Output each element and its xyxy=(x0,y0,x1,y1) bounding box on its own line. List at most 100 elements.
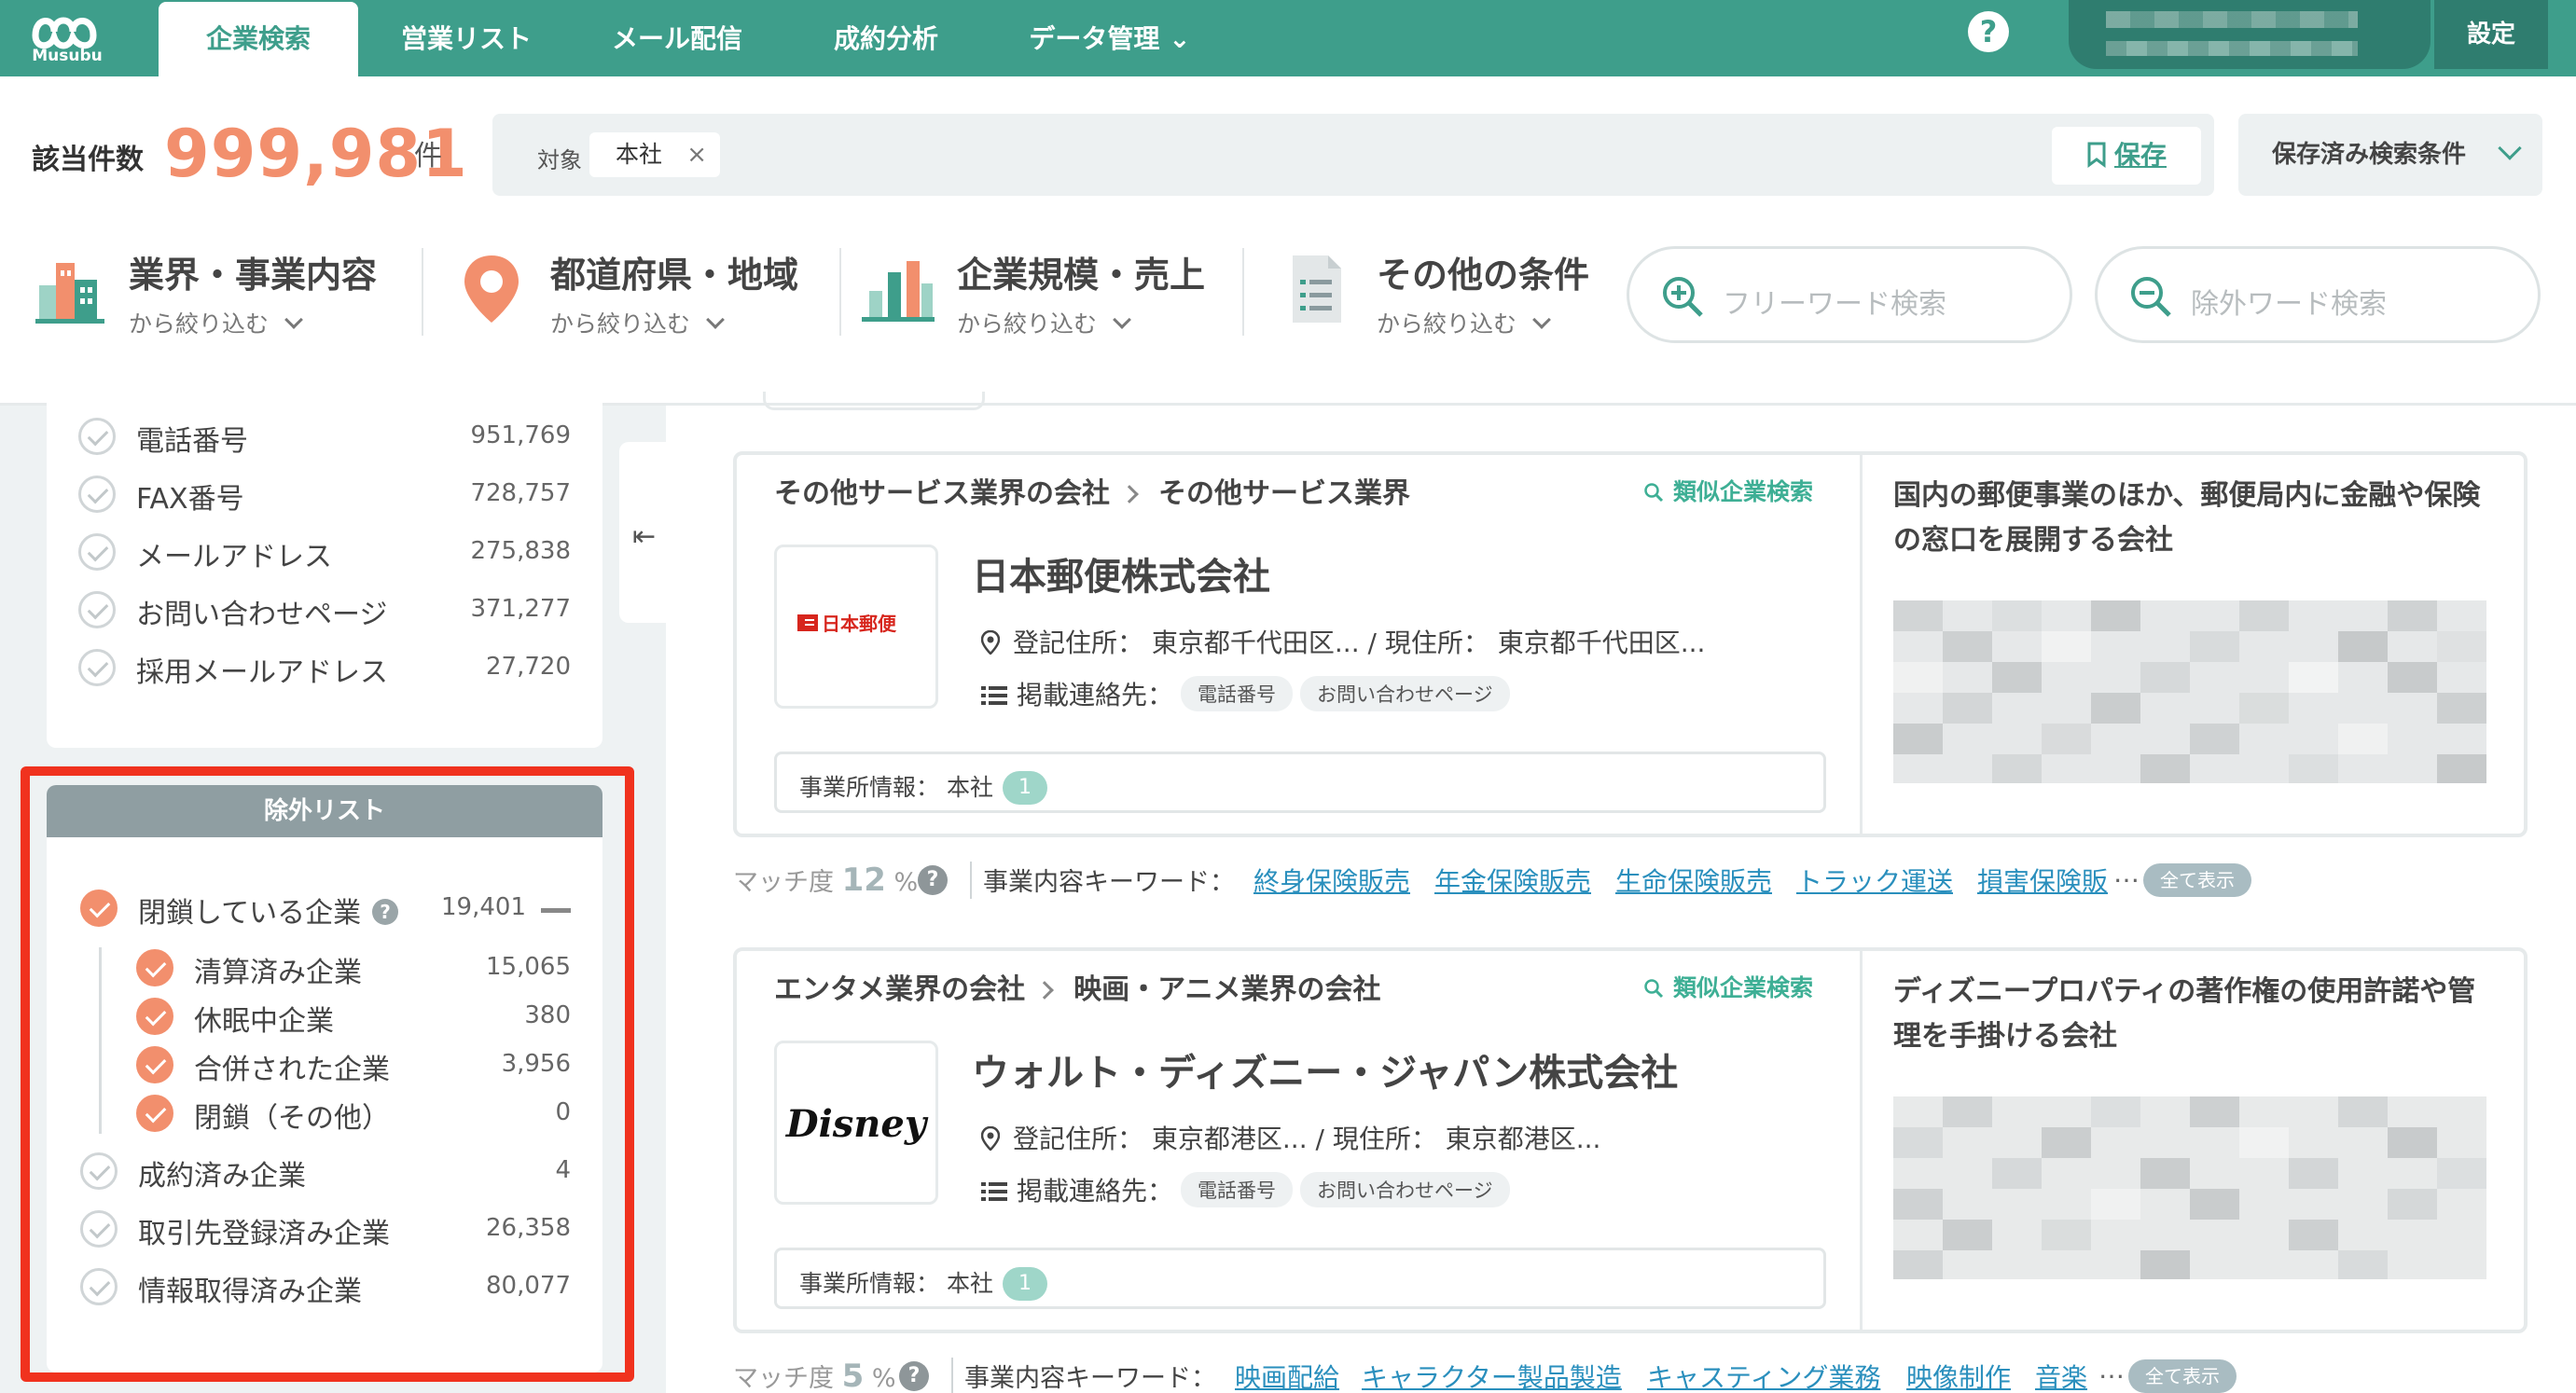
show-all-keywords-button[interactable]: 全て表示 xyxy=(2143,863,2251,897)
collapse-left-icon: ⇤ xyxy=(632,520,657,553)
blurred-image-mosaic xyxy=(1893,1096,2486,1279)
search-plus-icon xyxy=(1663,277,1703,317)
freeword-search-input[interactable]: フリーワード検索 xyxy=(1627,246,2072,343)
chevron-right-icon xyxy=(1120,485,1139,503)
keyword-link[interactable]: 年金保険販売 xyxy=(1434,862,1591,899)
filter-industry[interactable]: 業界・事業内容 から絞り込む xyxy=(32,246,405,339)
office-info-box[interactable]: 事業所情報： 本社 1 xyxy=(774,752,1826,813)
help-icon[interactable]: ? xyxy=(918,865,948,895)
contact-filter-row[interactable]: 採用メールアドレス 27,720 xyxy=(78,647,571,689)
keyword-link[interactable]: 生命保険販売 xyxy=(1615,862,1772,899)
keyword-label: 事業内容キーワード： xyxy=(983,868,1235,897)
company-card[interactable]: エンタメ業界の会社 映画・アニメ業界の会社 類似企業検索 Disney ウォルト・… xyxy=(733,947,2528,1333)
active-conditions-bar: 対象 本社 × 保存 xyxy=(492,114,2214,196)
filter-title: その他の条件 xyxy=(1377,255,1590,296)
blurred-account-name xyxy=(2106,11,2358,28)
save-button[interactable]: 保存 xyxy=(2052,127,2201,185)
account-menu[interactable] xyxy=(2069,0,2431,69)
chevron-down-icon xyxy=(1532,310,1551,329)
blurred-image-mosaic xyxy=(1893,600,2486,783)
saved-conditions-label: 保存済み検索条件 xyxy=(2272,141,2467,169)
target-label: 対象 xyxy=(537,147,582,173)
filter-title: 企業規模・売上 xyxy=(957,255,1206,296)
previous-card-edge xyxy=(763,392,985,410)
save-label: 保存 xyxy=(2113,140,2167,171)
result-count-unit: 件 xyxy=(414,140,442,172)
settings-button[interactable]: 設定 xyxy=(2434,0,2548,69)
search-icon xyxy=(1644,979,1664,999)
keyword-link[interactable]: キャラクター製品製造 xyxy=(1362,1358,1622,1393)
chevron-down-icon xyxy=(706,310,725,329)
checkbox-icon[interactable] xyxy=(78,476,116,513)
list-icon xyxy=(981,1182,1007,1201)
result-count-label: 該当件数 xyxy=(32,144,144,176)
search-icon xyxy=(1644,483,1664,503)
exclude-word-placeholder: 除外ワード検索 xyxy=(2191,288,2387,321)
contact-filter-row[interactable]: FAX番号 728,757 xyxy=(78,474,571,516)
more-ellipsis: … xyxy=(2113,858,2140,889)
match-score: マッチ度 12 % xyxy=(733,862,919,899)
exclude-word-search-input[interactable]: 除外ワード検索 xyxy=(2095,246,2541,343)
industry-breadcrumb: その他サービス業界の会社 その他サービス業界 xyxy=(774,477,1410,510)
company-address: 登記住所： 東京都港区... / 現住所： 東京都港区... xyxy=(980,1119,1600,1156)
condition-chip-label: 本社 xyxy=(616,141,663,168)
tab-company-search[interactable]: 企業検索 xyxy=(159,2,358,76)
checkbox-icon[interactable] xyxy=(78,533,116,571)
contact-filter-row[interactable]: 電話番号 951,769 xyxy=(78,416,571,458)
filter-scale[interactable]: 企業規模・売上 から絞り込む xyxy=(860,246,1252,339)
company-description: 国内の郵便事業のほか、郵便局内に金融や保険の窓口を展開する会社 xyxy=(1893,479,2481,557)
tab-sales-list[interactable]: 営業リスト xyxy=(373,0,560,76)
contact-filter-row[interactable]: お問い合わせページ 371,277 xyxy=(78,589,571,631)
tab-data-management[interactable]: データ管理 ⌄ xyxy=(998,0,1222,76)
similar-company-search-link[interactable]: 類似企業検索 xyxy=(1643,970,1813,1003)
keyword-link[interactable]: トラック運送 xyxy=(1796,862,1953,899)
bookmark-icon xyxy=(2087,142,2106,168)
contact-filter-row[interactable]: メールアドレス 275,838 xyxy=(78,531,571,573)
company-logo: 日本郵便 xyxy=(774,545,938,709)
logo-text: Musubu xyxy=(32,47,103,65)
office-info-box[interactable]: 事業所情報： 本社 1 xyxy=(774,1248,1826,1309)
company-name[interactable]: ウォルト・ディズニー・ジャパン株式会社 xyxy=(972,1042,1678,1096)
saved-conditions-dropdown[interactable]: 保存済み検索条件 xyxy=(2238,114,2542,196)
checkbox-icon[interactable] xyxy=(78,418,116,455)
match-row: マッチ度 12 % ? 事業内容キーワード： 終身保険販売 年金保険販売 生命保… xyxy=(733,854,2524,901)
filter-divider xyxy=(839,248,841,336)
match-row: マッチ度 5 % ? 事業内容キーワード： 映画配給 キャラクター製品製造 キャ… xyxy=(733,1350,2524,1393)
chevron-right-icon xyxy=(1035,981,1055,1000)
filter-divider xyxy=(1242,248,1244,336)
filter-subtitle: から絞り込む xyxy=(1377,306,1551,339)
keyword-link[interactable]: 音楽 xyxy=(2035,1358,2087,1393)
filter-other[interactable]: その他の条件 から絞り込む xyxy=(1280,246,1615,339)
contact-tag: 電話番号 xyxy=(1181,676,1294,711)
collapse-sidebar-button[interactable]: ⇤ xyxy=(619,442,670,623)
show-all-keywords-button[interactable]: 全て表示 xyxy=(2128,1359,2237,1393)
match-divider xyxy=(970,862,972,899)
keyword-link[interactable]: 損害保険販 xyxy=(1977,862,2108,899)
search-minus-icon xyxy=(2131,277,2171,317)
company-address: 登記住所： 東京都千代田区... / 現住所： 東京都千代田区... xyxy=(980,623,1705,660)
keyword-link[interactable]: 終身保険販売 xyxy=(1253,862,1410,899)
checkbox-icon[interactable] xyxy=(78,591,116,628)
chevron-down-icon xyxy=(2498,136,2522,160)
keyword-link[interactable]: 映画配給 xyxy=(1235,1358,1339,1393)
close-icon[interactable]: × xyxy=(686,132,707,177)
svg-text:日本郵便: 日本郵便 xyxy=(822,613,897,635)
keyword-link[interactable]: 映像制作 xyxy=(1906,1358,2011,1393)
filter-region[interactable]: 都道府県・地域 から絞り込む xyxy=(453,246,826,339)
bar-chart-icon xyxy=(862,261,935,322)
company-card[interactable]: その他サービス業界の会社 その他サービス業界 類似企業検索 日本郵便 日本郵便株式… xyxy=(733,451,2528,837)
filter-title: 業界・事業内容 xyxy=(129,255,378,296)
keyword-label: 事業内容キーワード： xyxy=(964,1364,1216,1393)
top-nav: Musubu 企業検索 営業リスト メール配信 成約分析 データ管理 ⌄ ? 設… xyxy=(0,0,2576,76)
contact-tag: お問い合わせページ xyxy=(1300,676,1510,711)
keyword-link[interactable]: キャスティング業務 xyxy=(1647,1358,1880,1393)
help-icon[interactable]: ? xyxy=(899,1361,929,1391)
office-count-badge: 1 xyxy=(1002,771,1047,805)
help-icon[interactable]: ? xyxy=(1968,11,2009,52)
company-name[interactable]: 日本郵便株式会社 xyxy=(972,546,1270,600)
tab-analysis[interactable]: 成約分析 xyxy=(793,0,979,76)
tab-mail[interactable]: メール配信 xyxy=(584,0,770,76)
checkbox-icon[interactable] xyxy=(78,649,116,686)
company-contacts: 掲載連絡先： 電話番号 お問い合わせページ xyxy=(981,675,1510,714)
similar-company-search-link[interactable]: 類似企業検索 xyxy=(1643,474,1813,507)
